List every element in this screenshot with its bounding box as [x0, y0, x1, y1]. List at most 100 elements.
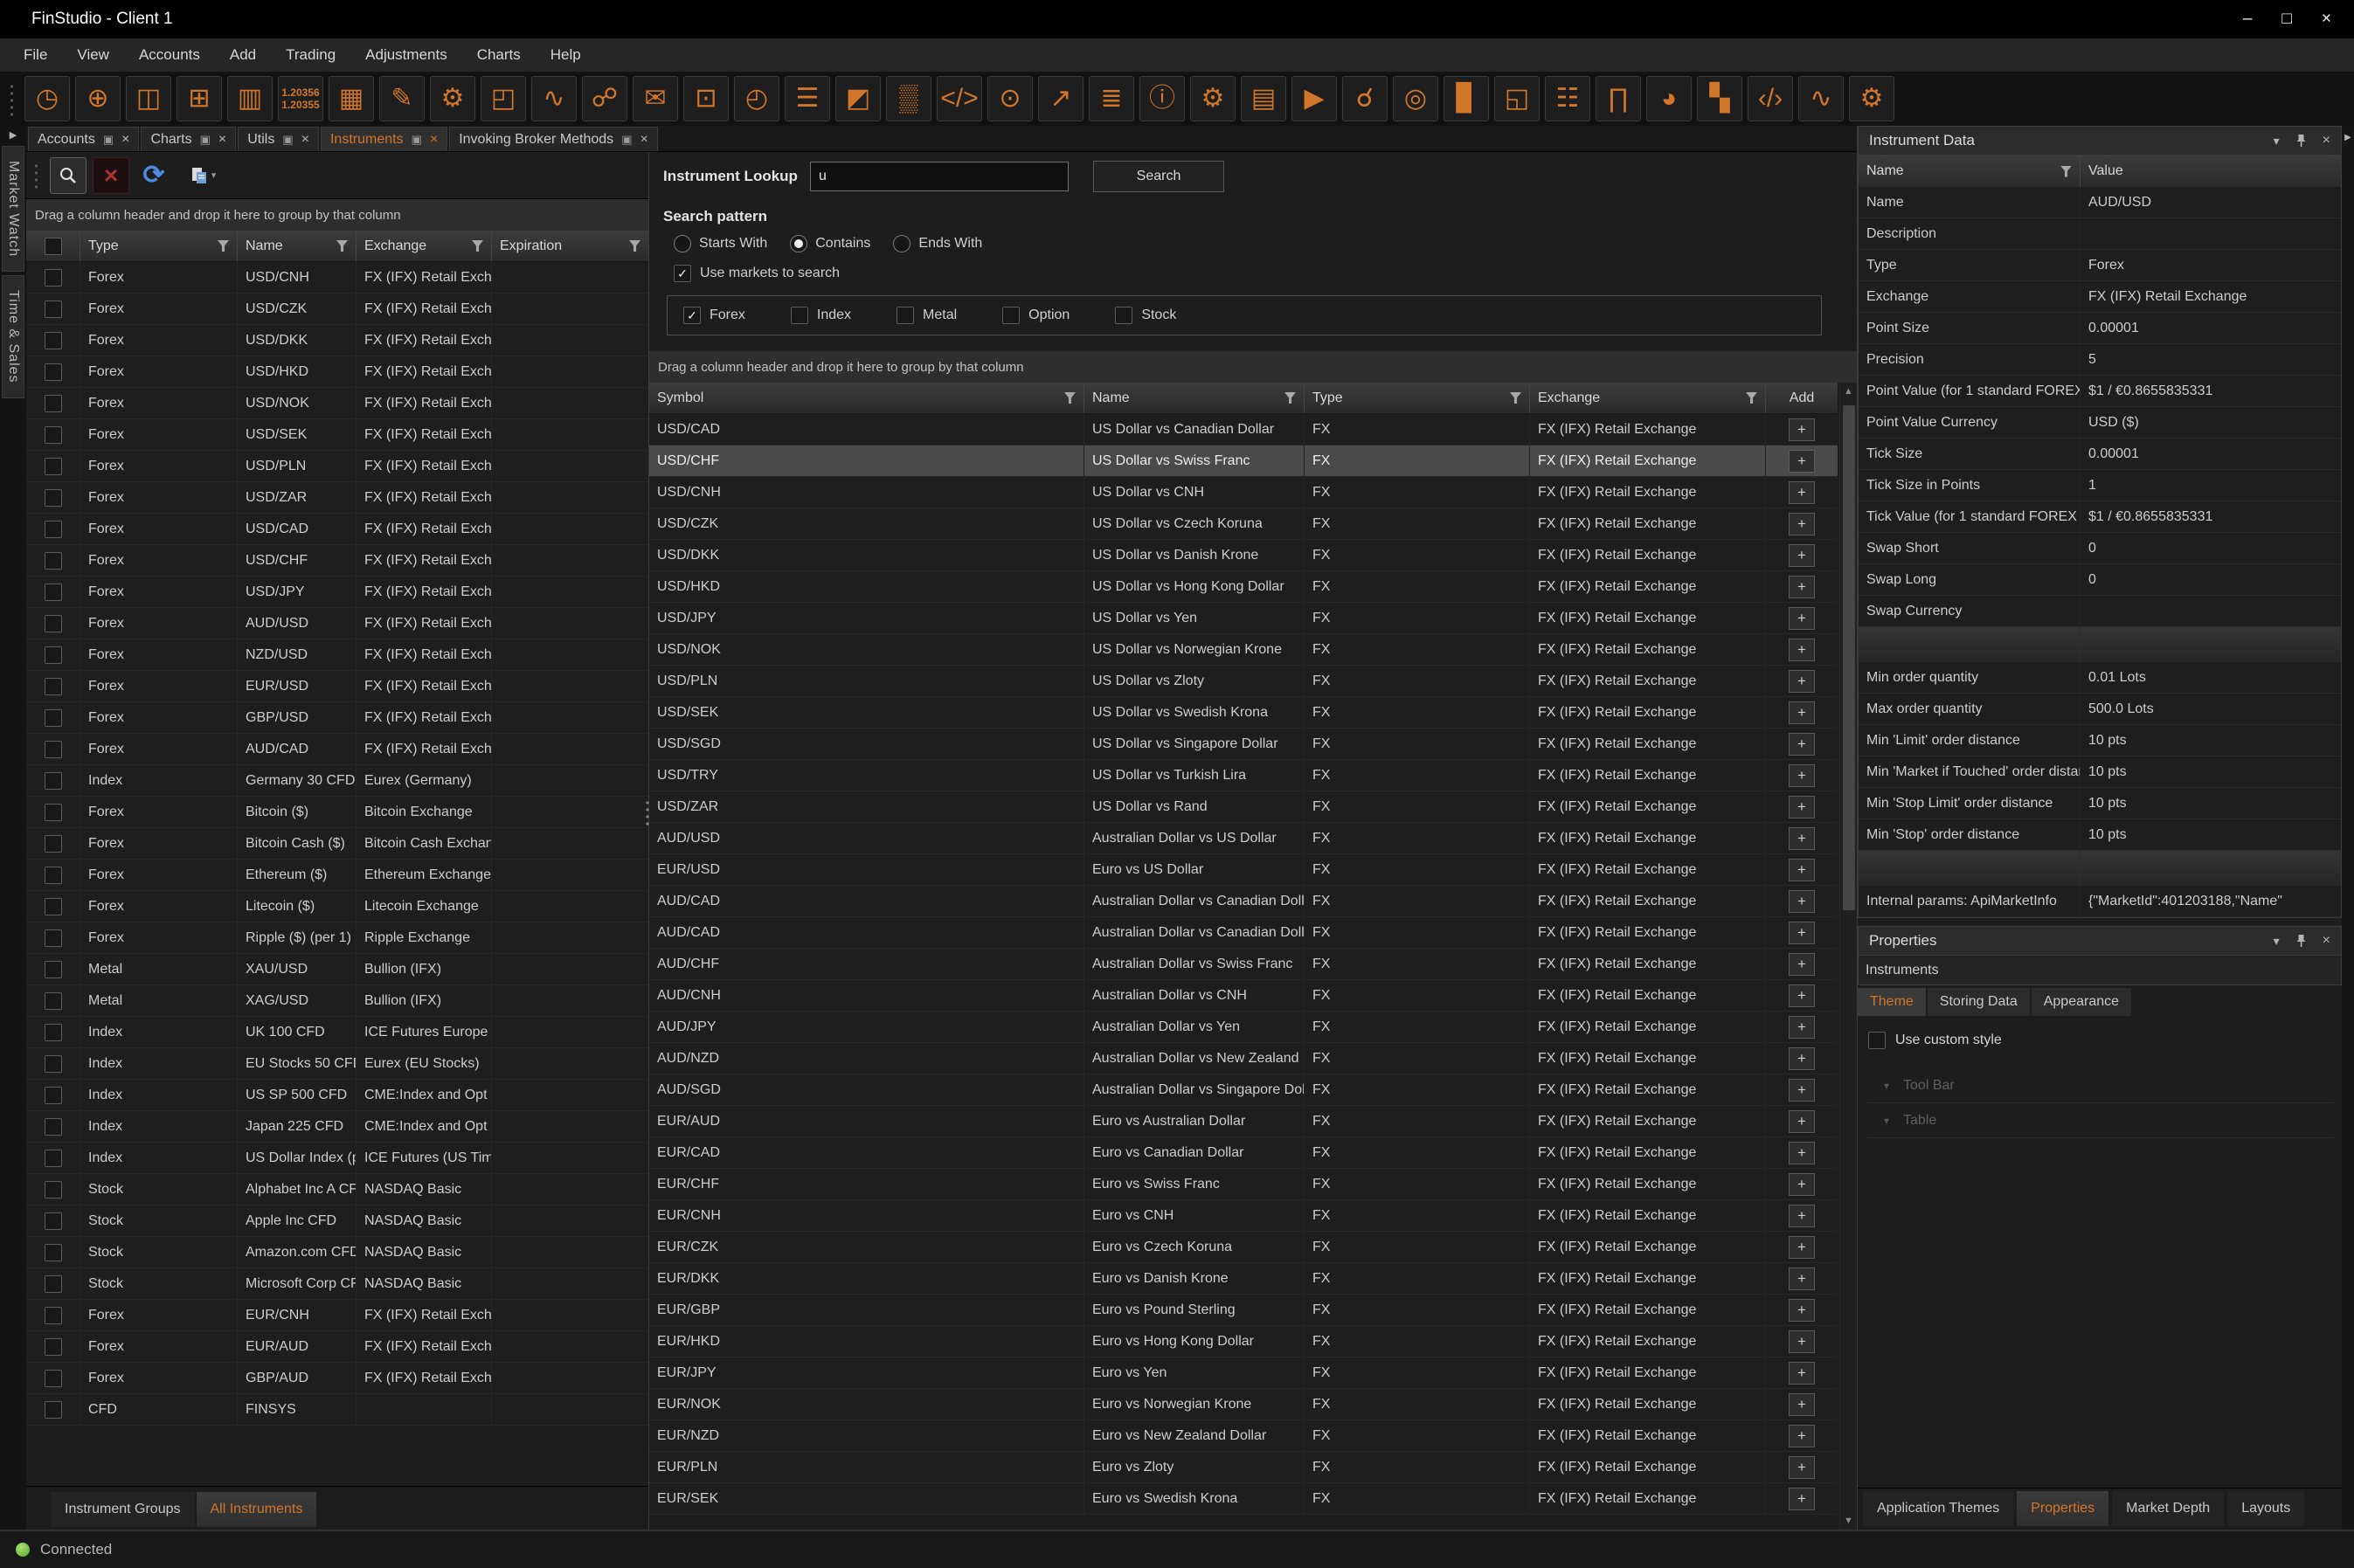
expand-panel-icon[interactable]: ▶: [10, 129, 17, 141]
dashboard-tiles-icon[interactable]: ◱: [1494, 76, 1540, 121]
add-instrument-button[interactable]: +: [1789, 1299, 1815, 1322]
menu-item[interactable]: Add: [215, 46, 271, 64]
float-window-icon[interactable]: ▣: [621, 133, 632, 147]
table-row[interactable]: EUR/CZK Euro vs Czech Koruna FX FX (IFX)…: [649, 1232, 1838, 1263]
property-row[interactable]: Tick Size in Points 1: [1859, 470, 2341, 501]
property-row[interactable]: Swap Long 0: [1859, 564, 2341, 596]
table-row[interactable]: USD/ZAR US Dollar vs Rand FX FX (IFX) Re…: [649, 791, 1838, 823]
close-icon[interactable]: ×: [2323, 933, 2330, 949]
property-row[interactable]: Name AUD/USD: [1859, 187, 2341, 218]
row-checkbox[interactable]: [45, 300, 62, 318]
row-checkbox[interactable]: [45, 961, 62, 978]
column-header-name[interactable]: Name: [1084, 383, 1305, 413]
table-row[interactable]: Forex Bitcoin ($) Bitcoin Exchange: [26, 797, 648, 828]
radio-icon[interactable]: [790, 235, 807, 252]
close-icon[interactable]: ×: [2323, 133, 2330, 149]
row-checkbox[interactable]: [45, 678, 62, 695]
close-button[interactable]: ×: [2322, 10, 2331, 29]
add-instrument-button[interactable]: +: [1789, 1330, 1815, 1353]
panel-splitter-handle[interactable]: [644, 799, 651, 829]
row-checkbox[interactable]: [45, 1024, 62, 1041]
add-instrument-button[interactable]: +: [1789, 827, 1815, 850]
add-instrument-button[interactable]: +: [1789, 953, 1815, 976]
filter-icon[interactable]: [1510, 392, 1521, 404]
table-row[interactable]: Forex USD/CAD FX (IFX) Retail Exchange: [26, 514, 648, 545]
notes-edit-icon[interactable]: ✎: [379, 76, 425, 121]
market-option[interactable]: Forex: [683, 307, 745, 324]
property-row[interactable]: Exchange FX (IFX) Retail Exchange: [1859, 281, 2341, 313]
close-icon[interactable]: ×: [430, 132, 438, 148]
row-checkbox[interactable]: [45, 1307, 62, 1324]
maximize-button[interactable]: □: [2281, 10, 2291, 29]
row-checkbox[interactable]: [45, 772, 62, 790]
menu-item[interactable]: Help: [536, 46, 596, 64]
property-row[interactable]: Swap Short 0: [1859, 533, 2341, 564]
group-by-bar[interactable]: Drag a column header and drop it here to…: [26, 199, 648, 231]
menu-item[interactable]: Charts: [462, 46, 536, 64]
row-checkbox[interactable]: [45, 1401, 62, 1419]
table-row[interactable]: EUR/CHF Euro vs Swiss Franc FX FX (IFX) …: [649, 1169, 1838, 1200]
table-row[interactable]: Forex Bitcoin Cash ($) Bitcoin Cash Exch…: [26, 828, 648, 860]
table-row[interactable]: Forex GBP/USD FX (IFX) Retail Exchange: [26, 702, 648, 734]
add-instrument-button[interactable]: +: [1789, 450, 1815, 473]
performance-chart-icon[interactable]: ∿: [531, 76, 577, 121]
select-all-checkbox[interactable]: [45, 238, 62, 255]
filter-icon[interactable]: [1746, 392, 1757, 404]
table-row[interactable]: Forex USD/SEK FX (IFX) Retail Exchange: [26, 419, 648, 451]
table-row[interactable]: Index EU Stocks 50 CFD Eurex (EU Stocks): [26, 1048, 648, 1080]
market-option[interactable]: Stock: [1115, 307, 1176, 324]
chevron-down-icon[interactable]: ▾: [2274, 934, 2280, 949]
menu-item[interactable]: View: [62, 46, 124, 64]
row-checkbox[interactable]: [45, 1087, 62, 1104]
row-checkbox[interactable]: [45, 867, 62, 884]
add-instrument-button[interactable]: +: [1789, 418, 1815, 441]
table-row[interactable]: Forex EUR/AUD FX (IFX) Retail Exchange: [26, 1331, 648, 1363]
tab-properties[interactable]: Properties: [2017, 1491, 2108, 1526]
table-row[interactable]: Index Japan 225 CFD CME:Index and Opt: [26, 1111, 648, 1143]
column-header-name[interactable]: Name: [1859, 155, 2081, 187]
property-row[interactable]: Precision 5: [1859, 344, 2341, 376]
add-instrument-button[interactable]: +: [1789, 1268, 1815, 1290]
table-row[interactable]: Stock Microsoft Corp CF NASDAQ Basic: [26, 1268, 648, 1300]
property-row[interactable]: Type Forex: [1859, 250, 2341, 281]
close-icon[interactable]: ×: [301, 132, 309, 148]
property-row[interactable]: Max order quantity 500.0 Lots: [1859, 694, 2341, 725]
use-markets-checkbox[interactable]: [674, 265, 691, 282]
table-row[interactable]: EUR/GBP Euro vs Pound Sterling FX FX (IF…: [649, 1295, 1838, 1326]
table-row[interactable]: Forex USD/HKD FX (IFX) Retail Exchange: [26, 356, 648, 388]
table-row[interactable]: Forex AUD/USD FX (IFX) Retail Exchange: [26, 608, 648, 639]
row-checkbox[interactable]: [45, 804, 62, 821]
market-search-icon[interactable]: ⊙: [987, 76, 1033, 121]
add-instrument-button[interactable]: +: [1789, 859, 1815, 881]
code-brackets-icon[interactable]: ‹/›: [1748, 76, 1793, 121]
market-option[interactable]: Option: [1002, 307, 1070, 324]
property-row[interactable]: Min 'Limit' order distance 10 pts: [1859, 725, 2341, 756]
menu-item[interactable]: Accounts: [124, 46, 215, 64]
tab-invoking-broker-methods[interactable]: Invoking Broker Methods ▣ ×: [449, 127, 658, 151]
row-checkbox[interactable]: [45, 646, 62, 664]
row-checkbox[interactable]: [45, 458, 62, 475]
add-instrument-button[interactable]: +: [1789, 513, 1815, 535]
account-history-icon[interactable]: ◷: [24, 76, 70, 121]
add-instrument-button[interactable]: +: [1789, 544, 1815, 567]
columns-add-icon[interactable]: ▥: [227, 76, 273, 121]
alerts-bell-icon[interactable]: ✉: [633, 76, 678, 121]
property-row[interactable]: Description: [1859, 218, 2341, 250]
property-row[interactable]: Min 'Market if Touched' order distance 1…: [1859, 756, 2341, 788]
signal-scan-icon[interactable]: ◎: [1393, 76, 1438, 121]
toolbar-grip[interactable]: [33, 161, 40, 190]
add-instrument-button[interactable]: +: [1789, 1236, 1815, 1259]
column-header-type[interactable]: Type: [80, 231, 238, 261]
tab-layouts[interactable]: Layouts: [2227, 1491, 2304, 1526]
add-instrument-button[interactable]: +: [1789, 1047, 1815, 1070]
add-instrument-button[interactable]: +: [1789, 1425, 1815, 1447]
pie-board-icon[interactable]: ◕: [1646, 76, 1692, 121]
reports-list-icon[interactable]: ≣: [1089, 76, 1134, 121]
time-sync-icon[interactable]: ◴: [734, 76, 779, 121]
add-instrument-button[interactable]: +: [1789, 1488, 1815, 1510]
tab-instruments[interactable]: Instruments ▣ ×: [321, 127, 447, 151]
table-row[interactable]: Forex Ethereum ($) Ethereum Exchange: [26, 860, 648, 891]
row-checkbox[interactable]: [45, 1181, 62, 1198]
add-instrument-button[interactable]: +: [1789, 639, 1815, 661]
float-window-icon[interactable]: ▣: [200, 133, 211, 147]
